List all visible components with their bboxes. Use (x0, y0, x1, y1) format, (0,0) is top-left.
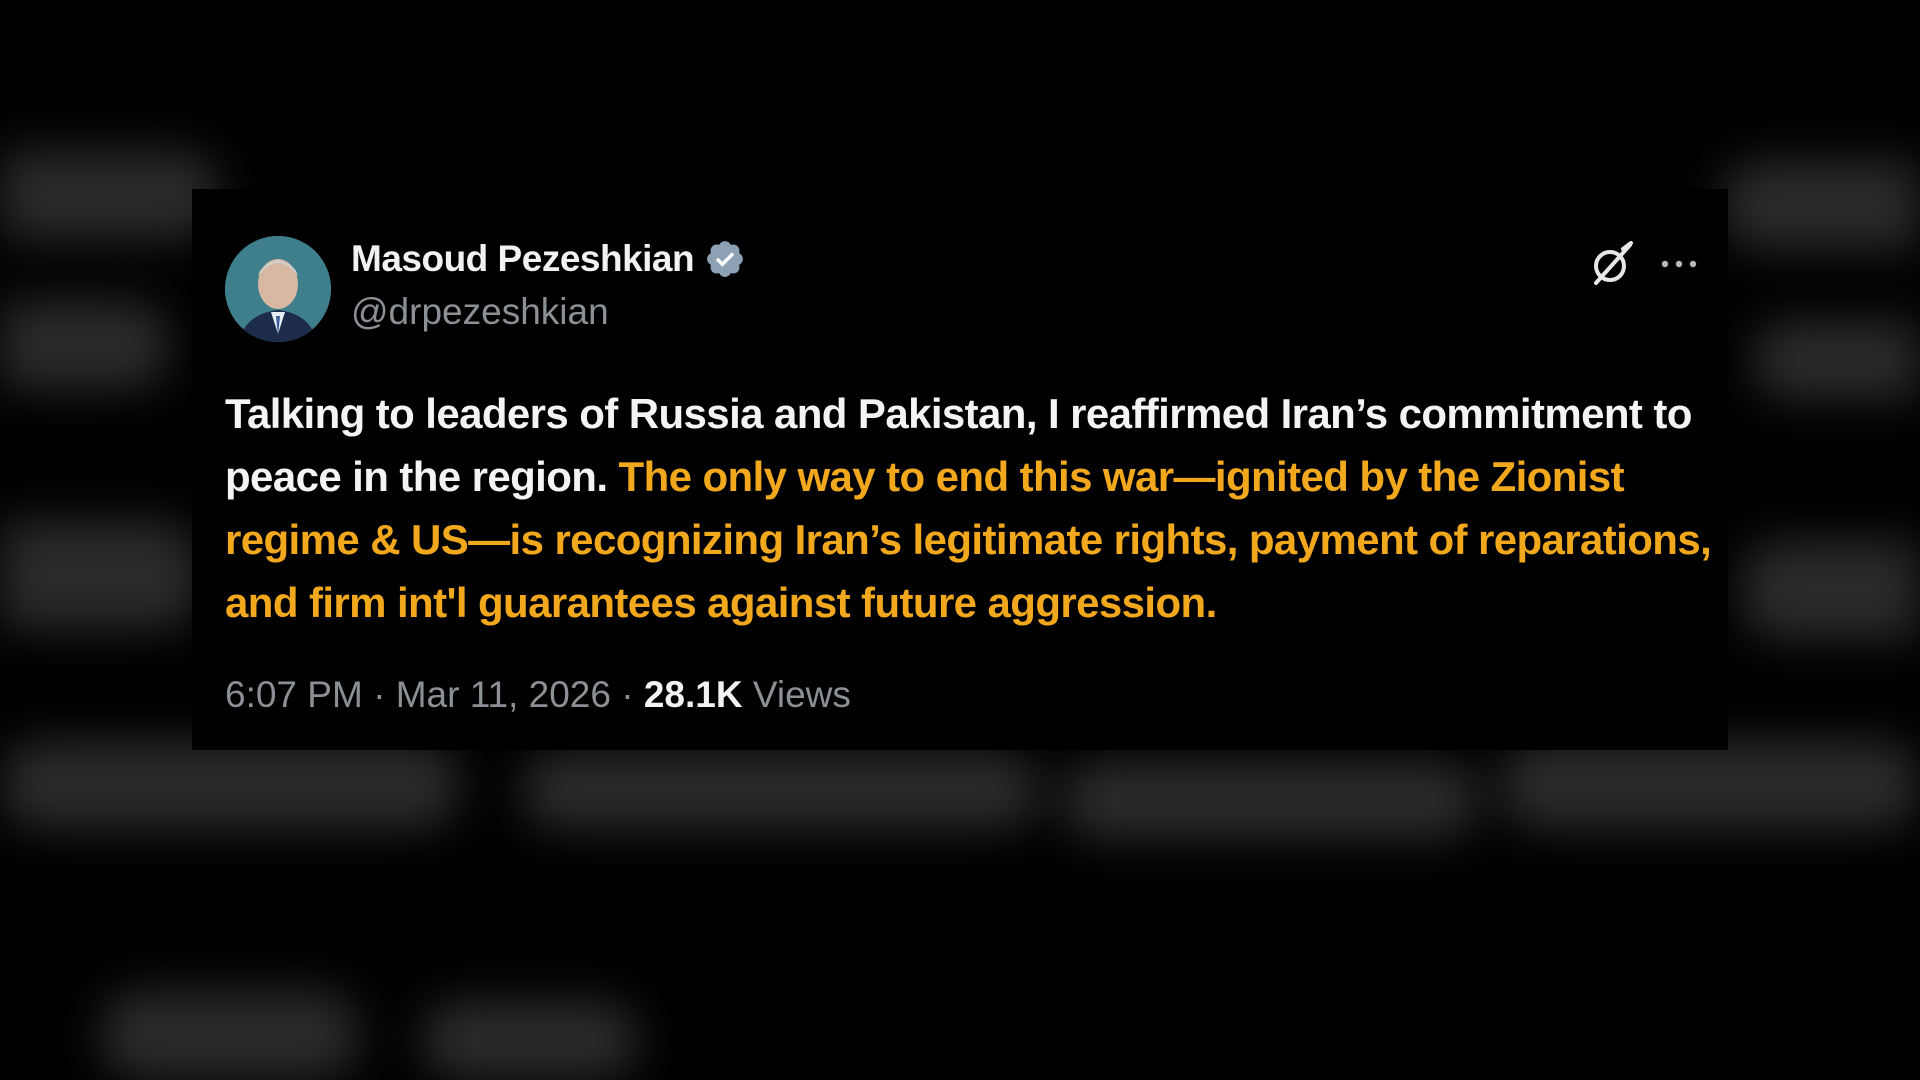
avatar[interactable] (225, 236, 331, 342)
tweet-metadata: 6:07 PM · Mar 11, 2026 · 28.1K Views (225, 674, 851, 716)
meta-separator: · (621, 674, 634, 715)
grok-icon[interactable] (1587, 239, 1637, 289)
meta-separator: · (373, 674, 386, 715)
tweet-text: Talking to leaders of Russia and Pakista… (225, 382, 1715, 634)
author-name-row: Masoud Pezeshkian (351, 238, 746, 280)
more-options-icon[interactable] (1657, 249, 1701, 279)
author-display-name[interactable]: Masoud Pezeshkian (351, 238, 695, 280)
author-handle[interactable]: @drpezeshkian (351, 291, 609, 333)
views-label: Views (752, 674, 851, 715)
tweet-card: Masoud Pezeshkian @drpezeshkian Talking … (192, 189, 1728, 750)
tweet-date[interactable]: Mar 11, 2026 (396, 674, 611, 715)
tweet-time[interactable]: 6:07 PM (225, 674, 363, 715)
views-count[interactable]: 28.1K (644, 674, 743, 715)
verified-badge-icon (707, 241, 744, 277)
